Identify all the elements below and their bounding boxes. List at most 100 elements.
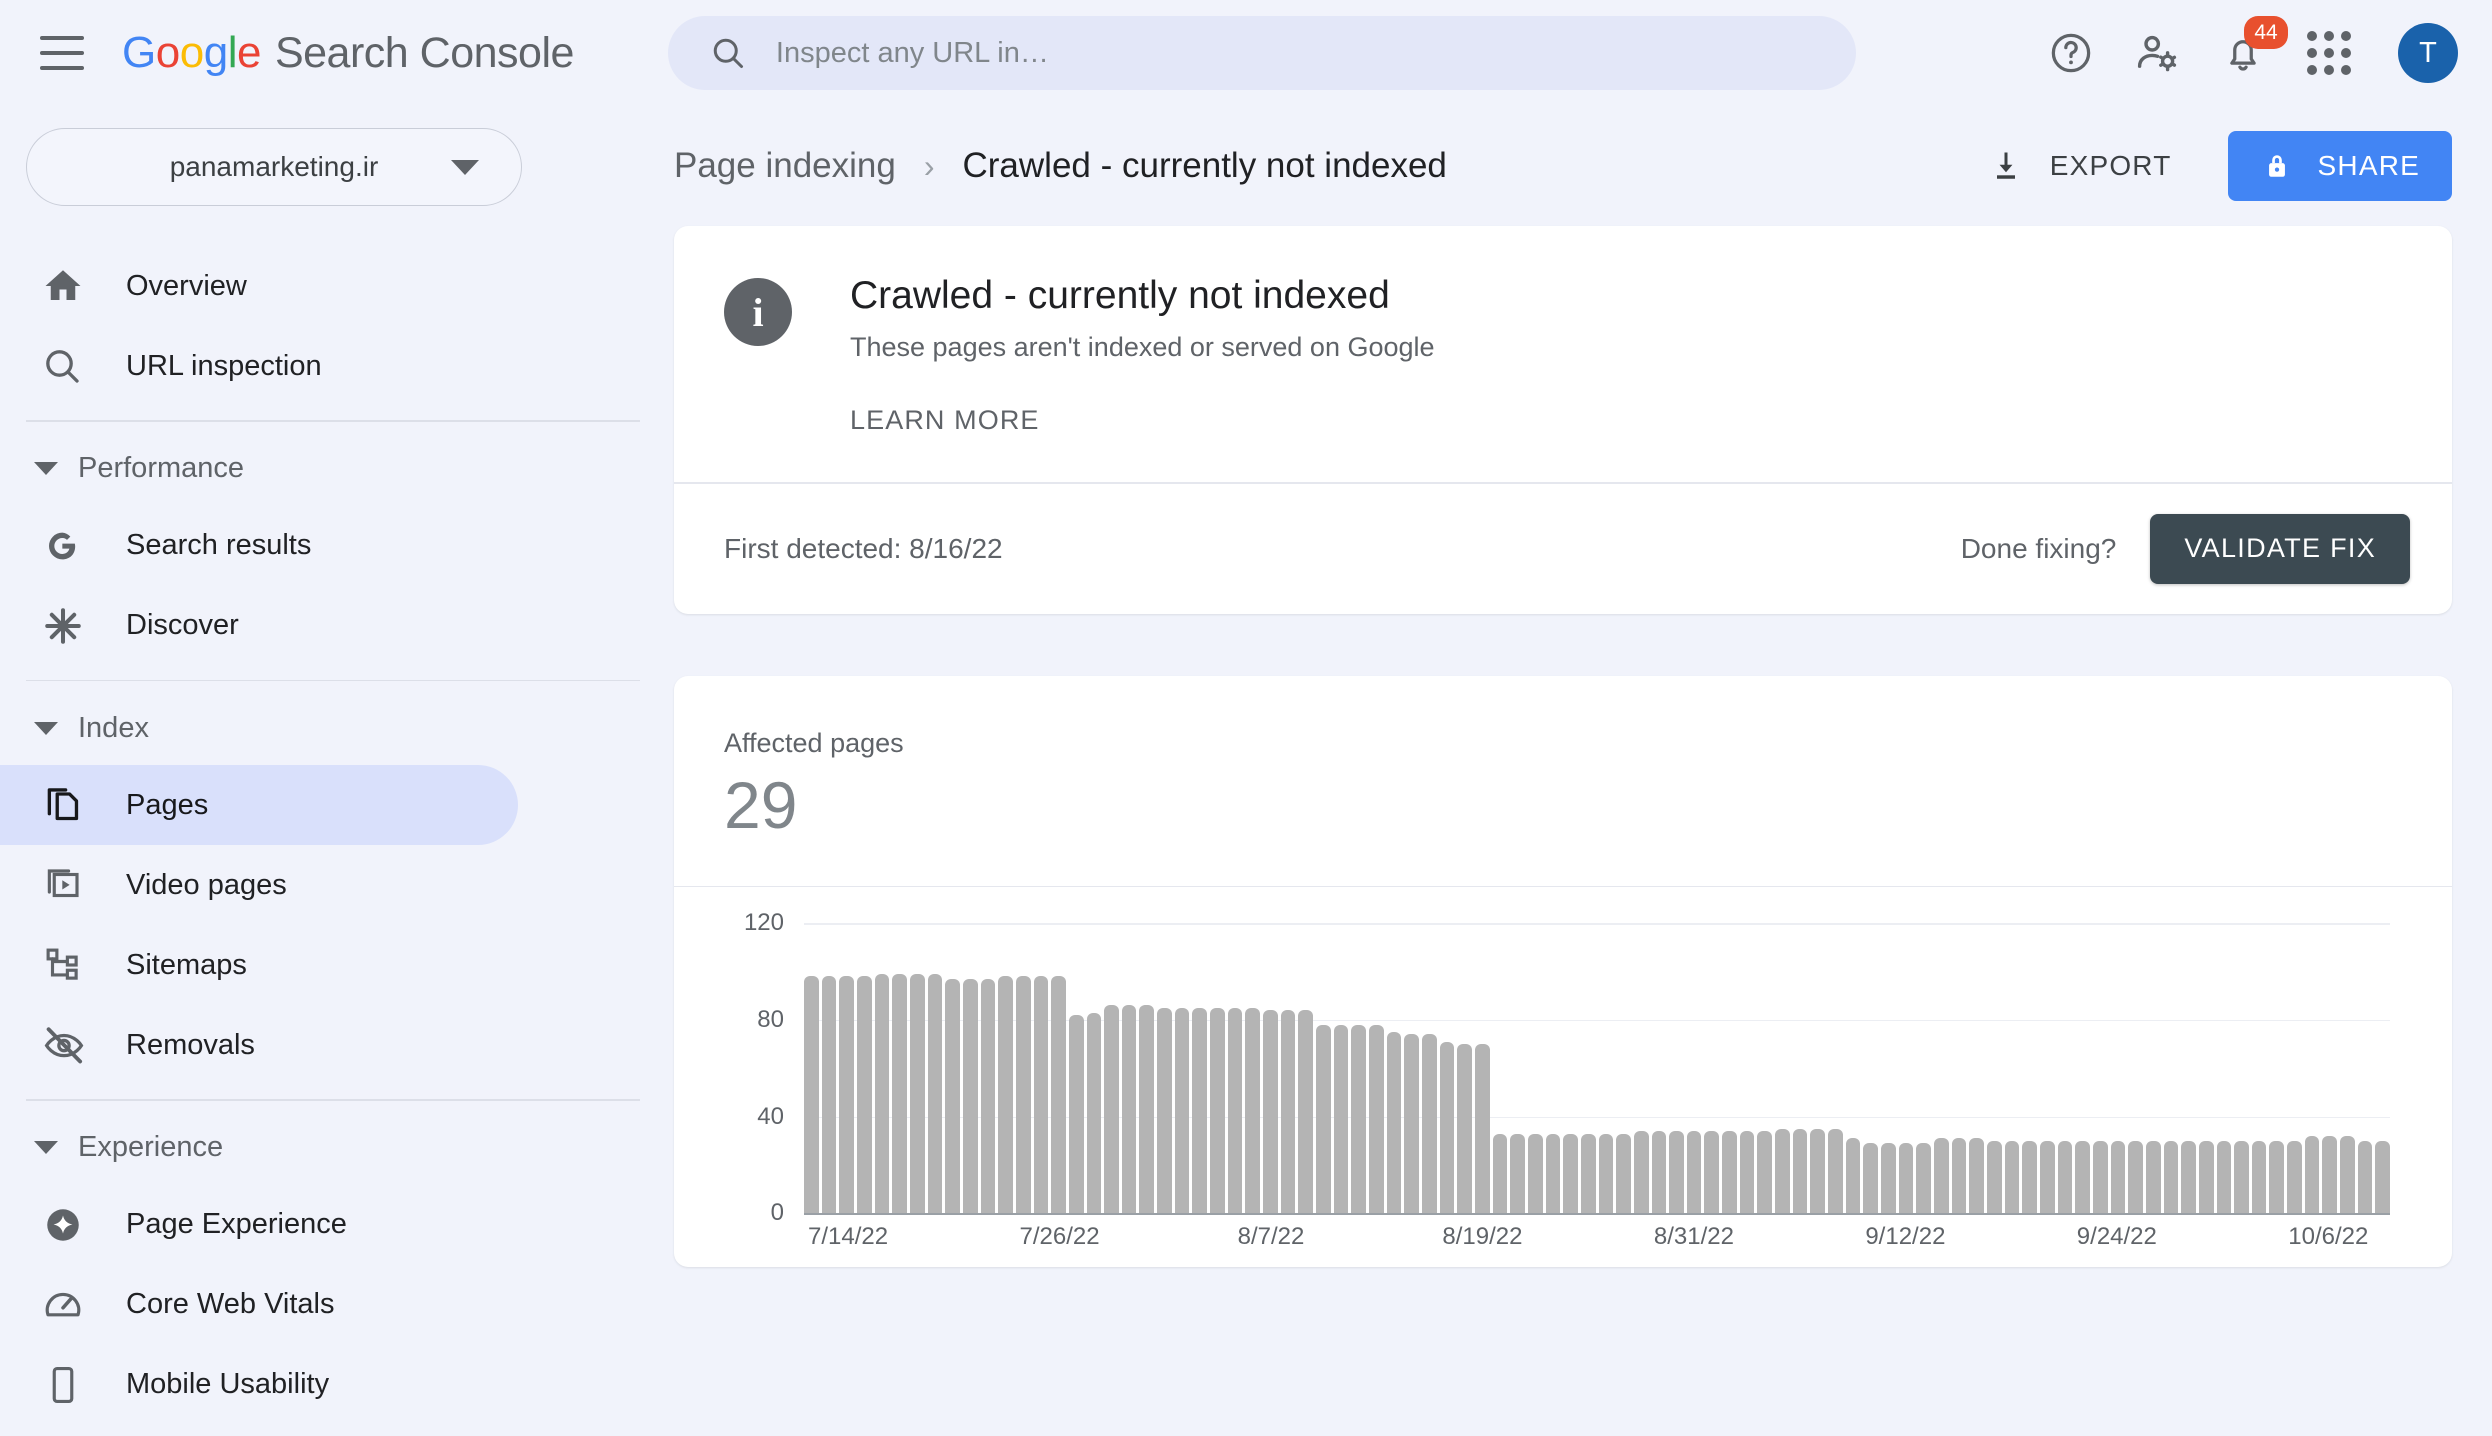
chart-bar[interactable] xyxy=(2216,1140,2232,1214)
chart-bar[interactable] xyxy=(1404,1034,1419,1214)
chart-bar[interactable] xyxy=(1686,1131,1702,1214)
chart-bar[interactable] xyxy=(2004,1140,2020,1214)
chart-bar[interactable] xyxy=(1033,976,1049,1214)
chart-bar[interactable] xyxy=(1157,1007,1172,1214)
chart-bar[interactable] xyxy=(2251,1140,2267,1214)
chart-bar[interactable] xyxy=(1121,1005,1137,1214)
chart-bar[interactable] xyxy=(1421,1034,1437,1214)
chart-bar[interactable] xyxy=(892,974,907,1214)
validate-fix-button[interactable]: VALIDATE FIX xyxy=(2150,513,2410,584)
chart-bar[interactable] xyxy=(2357,1140,2373,1214)
chart-bar[interactable] xyxy=(1210,1007,1225,1214)
chart-bar[interactable] xyxy=(1845,1138,1861,1214)
chart-bar[interactable] xyxy=(909,974,925,1214)
chart-bar[interactable] xyxy=(2163,1140,2179,1214)
chart-bar[interactable] xyxy=(2322,1135,2338,1214)
chart-bar[interactable] xyxy=(962,978,978,1214)
chart-bar[interactable] xyxy=(1863,1143,1879,1214)
chart-bar[interactable] xyxy=(2181,1140,2196,1214)
chart-bar[interactable] xyxy=(945,978,960,1214)
sidebar-item-discover[interactable]: Discover xyxy=(0,586,518,666)
menu-icon[interactable] xyxy=(40,36,84,70)
chart-bar[interactable] xyxy=(1580,1133,1596,1214)
chart-bar[interactable] xyxy=(1245,1007,1261,1214)
sidebar-section-performance[interactable]: Performance xyxy=(0,432,666,506)
sidebar-item-mobile-usability[interactable]: Mobile Usability xyxy=(0,1345,518,1425)
help-button[interactable] xyxy=(2028,10,2114,96)
chart-bar[interactable] xyxy=(1139,1005,1155,1214)
avatar[interactable]: T xyxy=(2398,23,2458,83)
learn-more-link[interactable]: LEARN MORE xyxy=(850,405,1040,436)
sidebar-item-page-experience[interactable]: Page Experience xyxy=(0,1185,518,1265)
chart-bar[interactable] xyxy=(1104,1005,1119,1214)
chart-bar[interactable] xyxy=(874,974,890,1214)
chart-bar[interactable] xyxy=(1174,1007,1190,1214)
chart-bar[interactable] xyxy=(856,976,872,1214)
chart-bar[interactable] xyxy=(1086,1012,1102,1214)
sidebar-item-removals[interactable]: Removals xyxy=(0,1005,518,1085)
chart-bar[interactable] xyxy=(1881,1143,1896,1214)
chart-bar[interactable] xyxy=(2234,1140,2249,1214)
chart-bar[interactable] xyxy=(1775,1128,1790,1214)
apps-button[interactable] xyxy=(2286,10,2372,96)
chart-bar[interactable] xyxy=(2057,1140,2073,1214)
chart-bar[interactable] xyxy=(2128,1140,2143,1214)
chart-bar[interactable] xyxy=(1810,1128,1826,1214)
sidebar-section-experience[interactable]: Experience xyxy=(0,1111,666,1185)
chart-bar[interactable] xyxy=(1704,1131,1720,1214)
chart-bar[interactable] xyxy=(1969,1138,1984,1214)
chart-bar[interactable] xyxy=(2198,1140,2214,1214)
chart-bar[interactable] xyxy=(998,976,1013,1214)
sidebar-section-index[interactable]: Index xyxy=(0,691,666,765)
chart-bar[interactable] xyxy=(927,974,943,1214)
sidebar-item-core-web-vitals[interactable]: Core Web Vitals xyxy=(0,1265,518,1345)
search-bar[interactable] xyxy=(667,16,1856,90)
chart-bar[interactable] xyxy=(1792,1128,1808,1214)
chart-bar[interactable] xyxy=(1474,1044,1490,1214)
chart-bar[interactable] xyxy=(1651,1131,1667,1214)
chart-bar[interactable] xyxy=(1916,1143,1931,1214)
chart-bar[interactable] xyxy=(1068,1015,1084,1214)
chart-bar[interactable] xyxy=(1439,1041,1455,1214)
chart-bar[interactable] xyxy=(1492,1133,1508,1214)
sidebar-item-url-inspection[interactable]: URL inspection xyxy=(0,326,518,406)
chart-bar[interactable] xyxy=(1828,1128,1843,1214)
chart-bar[interactable] xyxy=(980,978,996,1214)
chart-bar[interactable] xyxy=(1545,1133,1561,1214)
chart-bar[interactable] xyxy=(1015,976,1031,1214)
chart-bar[interactable] xyxy=(1192,1007,1208,1214)
chart-bar[interactable] xyxy=(1351,1024,1366,1214)
chart-bar[interactable] xyxy=(2022,1140,2037,1214)
chart-bar[interactable] xyxy=(1263,1010,1278,1214)
chart-bar[interactable] xyxy=(1510,1133,1525,1214)
chart-bar[interactable] xyxy=(2075,1140,2090,1214)
chart-bar[interactable] xyxy=(2092,1140,2108,1214)
chart-bar[interactable] xyxy=(1757,1131,1773,1214)
sidebar-item-sitemaps[interactable]: Sitemaps xyxy=(0,925,518,1005)
chart-bar[interactable] xyxy=(1527,1133,1543,1214)
chart-bar[interactable] xyxy=(1333,1024,1349,1214)
sidebar-item-search-results[interactable]: Search results xyxy=(0,506,518,586)
chart-bar[interactable] xyxy=(1934,1138,1949,1214)
property-selector[interactable]: panamarketing.ir xyxy=(26,128,522,206)
chart-bar[interactable] xyxy=(804,976,819,1214)
notifications-button[interactable]: 44 xyxy=(2200,10,2288,96)
chart-bar[interactable] xyxy=(1986,1140,2002,1214)
chart-bar[interactable] xyxy=(2039,1140,2055,1214)
account-settings-button[interactable] xyxy=(2114,10,2200,96)
sidebar-item-video-pages[interactable]: Video pages xyxy=(0,845,518,925)
export-button[interactable]: EXPORT xyxy=(1970,134,2190,198)
chart-bar[interactable] xyxy=(2269,1140,2285,1214)
chart-bar[interactable] xyxy=(1616,1133,1631,1214)
sidebar-item-overview[interactable]: Overview xyxy=(0,246,518,326)
chart-bar[interactable] xyxy=(1633,1131,1649,1214)
chart-bar[interactable] xyxy=(2110,1140,2126,1214)
chart-bar[interactable] xyxy=(2304,1135,2320,1214)
chart-bar[interactable] xyxy=(2375,1140,2391,1214)
chart-bar[interactable] xyxy=(1563,1133,1578,1214)
chart-bar[interactable] xyxy=(1739,1131,1755,1214)
breadcrumb-parent[interactable]: Page indexing xyxy=(674,146,896,186)
chart-bar[interactable] xyxy=(2145,1140,2161,1214)
chart-bar[interactable] xyxy=(2287,1140,2302,1214)
chart-bar[interactable] xyxy=(839,976,854,1214)
